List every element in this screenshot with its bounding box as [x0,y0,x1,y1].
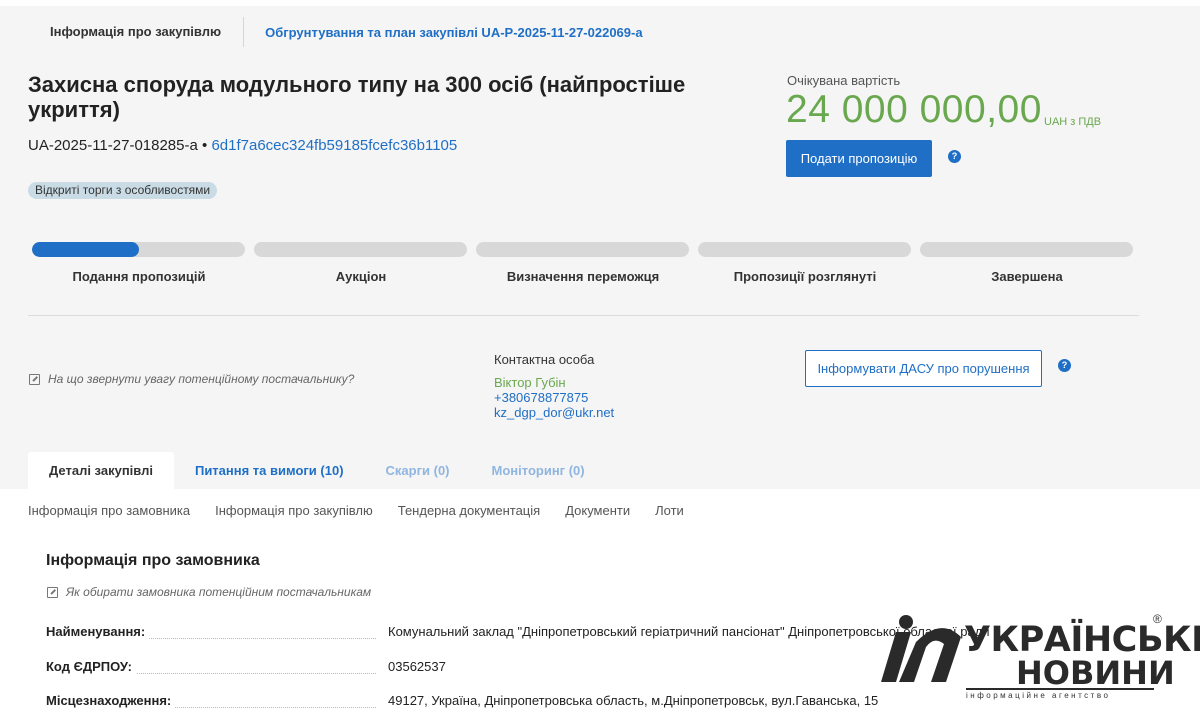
customer-section-title: Інформація про замовника [46,552,260,569]
contact-email-link[interactable]: kz_dgp_dor@ukr.net [494,405,614,420]
stage-label-winner: Визначення переможця [506,269,660,284]
contact-phone-link[interactable]: +380678877875 [494,390,588,405]
expected-value-label: Очікувана вартість [787,73,901,88]
progress-fill [32,242,139,257]
progress-bar-stage-3 [476,242,689,257]
progress-bar-stage-1 [32,242,245,257]
watermark-line2: НОВИНИ [1016,654,1175,692]
watermark-subtitle: інформаційне агентство [966,691,1111,700]
row-value: 49127, Україна, Дніпропетровська область… [388,693,879,708]
question-circle-icon[interactable]: ? [948,150,961,163]
customer-hint-link[interactable]: Як обирати замовника потенційним постача… [47,585,371,599]
watermark-logo: УКРАЇНСЬКІ НОВИНИ інформаційне агентство… [866,612,1200,702]
contact-name: Віктор Губін [494,375,566,390]
stage-label-completed: Завершена [991,269,1063,284]
row-key-text: Найменування: [46,624,150,639]
tab-plan-link[interactable]: Обгрунтування та план закупівлі UA-P-202… [244,25,642,40]
progress-bar-stage-4 [698,242,911,257]
tender-hash-link[interactable]: 6d1f7a6cec324fb59185fcefc36b1105 [211,137,457,154]
row-key: Місцезнаходження: [46,693,376,708]
supplier-hint-text: На що звернути увагу потенційному постач… [48,372,355,386]
row-key: Найменування: [46,624,376,639]
procedure-type-badge: Відкриті торги з особливостями [28,182,218,199]
subnav-tender-docs[interactable]: Тендерна документація [398,503,540,518]
progress-bar-stage-2 [254,242,467,257]
id-separator: • [202,137,208,154]
watermark-rule [966,688,1154,690]
tab-monitoring[interactable]: Моніторинг (0) [471,452,606,489]
subnav-procurement[interactable]: Інформація про закупівлю [215,503,373,518]
tab-complaints[interactable]: Скарги (0) [365,452,471,489]
tender-ids: UA-2025-11-27-018285-a • 6d1f7a6cec324fb… [28,137,457,154]
subnav-customer[interactable]: Інформація про замовника [28,503,190,518]
row-key: Код ЄДРПОУ: [46,659,376,674]
tender-id: UA-2025-11-27-018285-a [28,137,198,154]
supplier-hint-link[interactable]: На що звернути увагу потенційному постач… [29,372,354,386]
detail-tabs: Деталі закупівлі Питання та вимоги (10) … [28,452,606,489]
stage-label-reviewed: Пропозиції розглянуті [733,269,877,284]
external-link-icon [47,586,58,598]
tender-title: Захисна споруда модульного типу на 300 о… [28,72,686,122]
submit-offer-button[interactable]: Подати пропозицію [786,140,932,177]
row-key-text: Код ЄДРПОУ: [46,659,136,674]
stage-label-auction: Аукціон [335,269,387,284]
progress-bar-stage-5 [920,242,1133,257]
customer-hint-text: Як обирати замовника потенційним постача… [66,585,372,599]
report-dasu-button[interactable]: Інформувати ДАСУ про порушення [805,350,1042,387]
top-tabs: Інформація про закупівлю Обгрунтування т… [28,16,643,48]
row-key-text: Місцезнаходження: [46,693,176,708]
contact-title: Контактна особа [494,352,595,367]
logo-mark-icon [881,615,961,682]
question-circle-icon[interactable]: ? [1058,359,1071,372]
tab-procurement-details[interactable]: Деталі закупівлі [28,452,174,489]
tab-questions[interactable]: Питання та вимоги (10) [174,452,365,489]
registered-icon: ® [1153,612,1162,626]
top-gap [0,0,1200,6]
tab-procurement-info[interactable]: Інформація про закупівлю [28,17,245,47]
subnav-documents[interactable]: Документи [565,503,630,518]
stage-label-submission: Подання пропозицій [72,269,206,284]
section-subnav: Інформація про замовника Інформація про … [28,503,709,518]
expected-value-currency: UAH з ПДВ [1044,116,1102,128]
section-divider [28,315,1139,316]
row-value: 03562537 [388,659,446,674]
external-link-icon [29,373,40,385]
expected-value-amount: 24 000 000,00 [786,88,1042,131]
subnav-lots[interactable]: Лоти [655,503,684,518]
